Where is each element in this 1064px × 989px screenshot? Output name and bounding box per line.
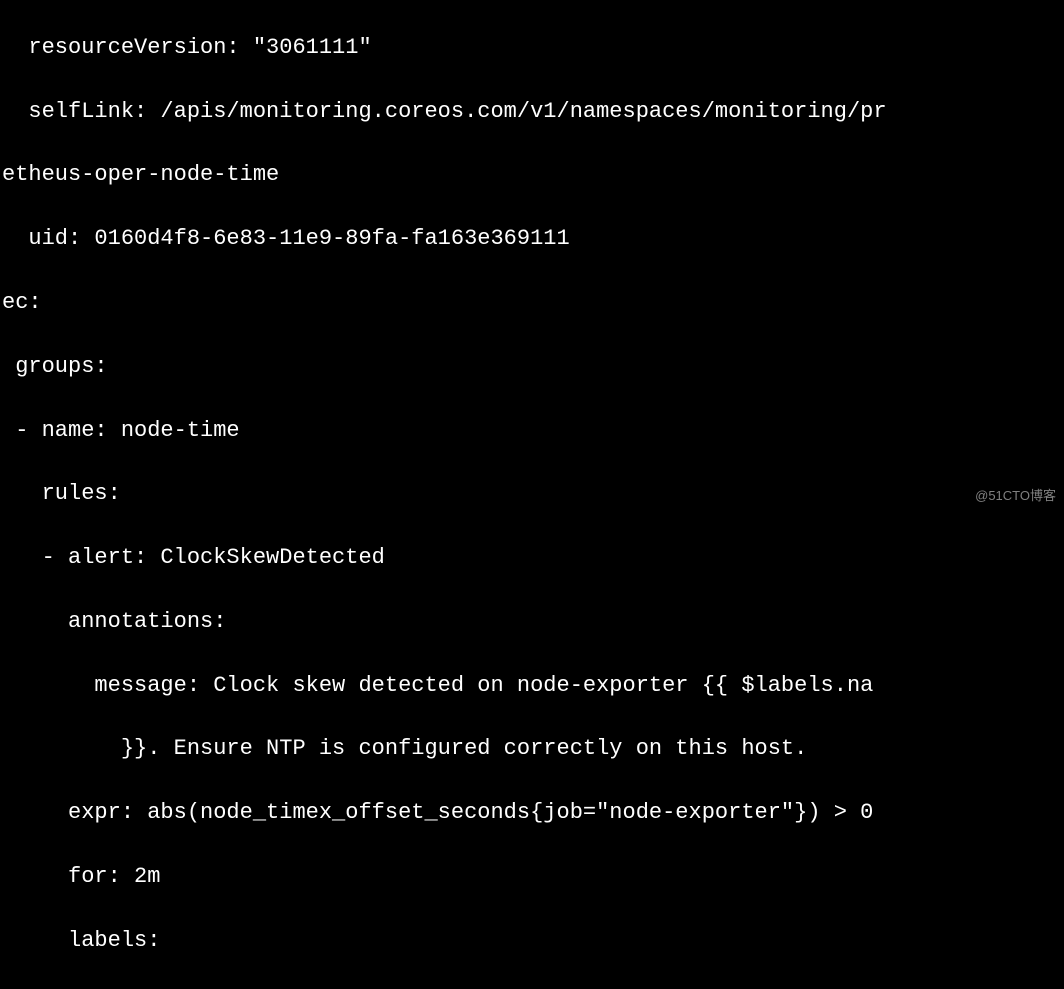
yaml-line: }}. Ensure NTP is configured correctly o… xyxy=(2,733,1064,765)
terminal-output: resourceVersion: "3061111" selfLink: /ap… xyxy=(2,0,1064,989)
yaml-line: rules: xyxy=(2,478,1064,510)
yaml-line: uid: 0160d4f8-6e83-11e9-89fa-fa163e36911… xyxy=(2,223,1064,255)
yaml-line: groups: xyxy=(2,351,1064,383)
yaml-line: etheus-oper-node-time xyxy=(2,159,1064,191)
yaml-line: ec: xyxy=(2,287,1064,319)
yaml-line: selfLink: /apis/monitoring.coreos.com/v1… xyxy=(2,96,1064,128)
watermark: @51CTO博客 xyxy=(975,487,1056,506)
yaml-line: resourceVersion: "3061111" xyxy=(2,32,1064,64)
yaml-line: - name: node-time xyxy=(2,415,1064,447)
yaml-line: message: Clock skew detected on node-exp… xyxy=(2,670,1064,702)
yaml-line: labels: xyxy=(2,925,1064,957)
yaml-line: annotations: xyxy=(2,606,1064,638)
yaml-line: expr: abs(node_timex_offset_seconds{job=… xyxy=(2,797,1064,829)
yaml-line: for: 2m xyxy=(2,861,1064,893)
yaml-line: - alert: ClockSkewDetected xyxy=(2,542,1064,574)
